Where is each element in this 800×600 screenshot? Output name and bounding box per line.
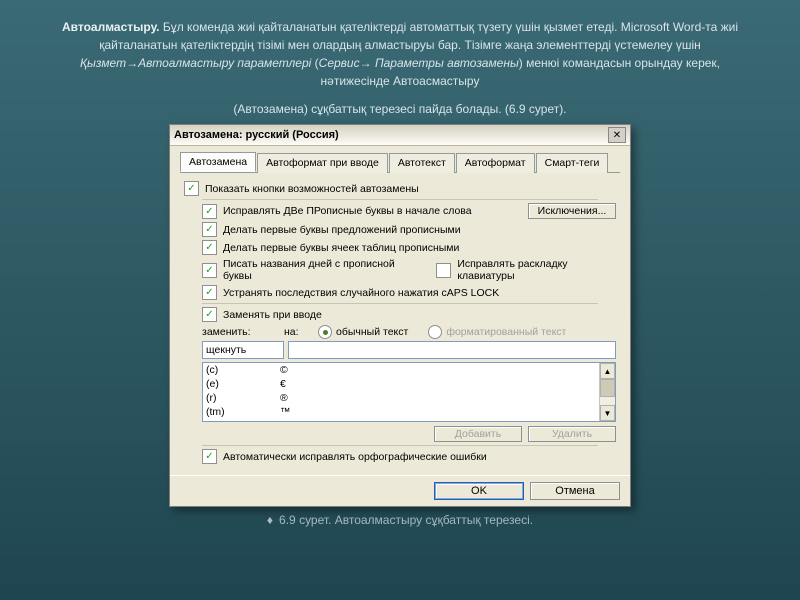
scroll-thumb[interactable]: [600, 379, 615, 397]
delete-button[interactable]: Удалить: [528, 426, 616, 442]
autocorrect-dialog: Автозамена: русский (Россия) ✕ Автозамен…: [169, 124, 631, 507]
checkbox-spelling[interactable]: [202, 449, 217, 464]
replacements-list[interactable]: (c) © (e) € (r) ® (tm) ™ ▲ ▼: [202, 362, 616, 422]
checkbox-sentence[interactable]: [202, 222, 217, 237]
separator: [202, 303, 598, 304]
row-sentence: Делать первые буквы предложений прописны…: [202, 222, 620, 237]
checkbox-replace[interactable]: [202, 307, 217, 322]
row-keyboard: Исправлять раскладку клавиатуры: [436, 258, 620, 282]
list-item[interactable]: (e) €: [203, 377, 615, 391]
checkbox-tablecell[interactable]: [202, 240, 217, 255]
input-row: щекнуть: [202, 341, 616, 359]
with-input[interactable]: [288, 341, 616, 359]
checkbox-keyboard[interactable]: [436, 263, 451, 278]
row-two-caps: Исправлять ДВе ПРописные буквы в начале …: [202, 203, 616, 219]
checkbox-show-buttons[interactable]: [184, 181, 199, 196]
tab-autoformat[interactable]: Автоформат: [456, 153, 535, 173]
bullet-icon: ♦: [267, 513, 273, 527]
slide-paragraph: Автоалмастыру. Бұл коменда жиі қайталана…: [0, 0, 800, 94]
ok-button[interactable]: OK: [434, 482, 524, 500]
list-actions: Добавить Удалить: [202, 426, 616, 442]
tab-smart-tags[interactable]: Смарт-теги: [536, 153, 609, 173]
tab-autotext[interactable]: Автотекст: [389, 153, 455, 173]
separator: [202, 445, 598, 446]
dialog-title: Автозамена: русский (Россия): [174, 129, 608, 141]
list-item[interactable]: (tm) ™: [203, 405, 615, 419]
scrollbar[interactable]: ▲ ▼: [599, 363, 615, 421]
checkbox-two-caps[interactable]: [202, 204, 217, 219]
tab-strip: Автозамена Автоформат при вводе Автотекс…: [180, 152, 620, 173]
list-item[interactable]: (c) ©: [203, 363, 615, 377]
radio-plain[interactable]: [318, 325, 332, 339]
checkbox-capslock[interactable]: [202, 285, 217, 300]
row-capslock: Устранять последствия случайного нажатия…: [202, 285, 620, 300]
row-show-buttons: Показать кнопки возможностей автозамены: [184, 181, 620, 196]
replace-input[interactable]: щекнуть: [202, 341, 284, 359]
scroll-down-icon[interactable]: ▼: [600, 405, 615, 421]
radio-formatted[interactable]: [428, 325, 442, 339]
replace-header: заменить: на: обычный текст форматирован…: [202, 325, 616, 339]
exceptions-button[interactable]: Исключения...: [528, 203, 616, 219]
dialog-footer: OK Отмена: [170, 475, 630, 506]
tab-autocorrect[interactable]: Автозамена: [180, 152, 256, 172]
titlebar[interactable]: Автозамена: русский (Россия) ✕: [170, 125, 630, 146]
cancel-button[interactable]: Отмена: [530, 482, 620, 500]
row-days: Писать названия дней с прописной буквы И…: [202, 258, 620, 282]
dialog-body: Автозамена Автоформат при вводе Автотекс…: [170, 146, 630, 475]
row-tablecell: Делать первые буквы ячеек таблиц прописн…: [202, 240, 620, 255]
separator: [202, 199, 598, 200]
label-with: на:: [284, 326, 310, 338]
close-icon[interactable]: ✕: [608, 127, 626, 143]
list-item[interactable]: (r) ®: [203, 391, 615, 405]
scroll-up-icon[interactable]: ▲: [600, 363, 615, 379]
checkbox-days[interactable]: [202, 263, 217, 278]
figure-caption: ♦6.9 сурет. Автоалмастыру сұқбаттық тере…: [0, 513, 800, 527]
row-replace: Заменять при вводе: [202, 307, 620, 322]
add-button[interactable]: Добавить: [434, 426, 522, 442]
tab-autoformat-typing[interactable]: Автоформат при вводе: [257, 153, 388, 173]
label-replace: заменить:: [202, 326, 276, 338]
slide-bold: Автоалмастыру.: [62, 20, 160, 34]
row-spelling: Автоматически исправлять орфографические…: [202, 449, 620, 464]
slide-subparagraph: (Автозамена) сұқбаттық терезесі пайда бо…: [0, 94, 800, 122]
